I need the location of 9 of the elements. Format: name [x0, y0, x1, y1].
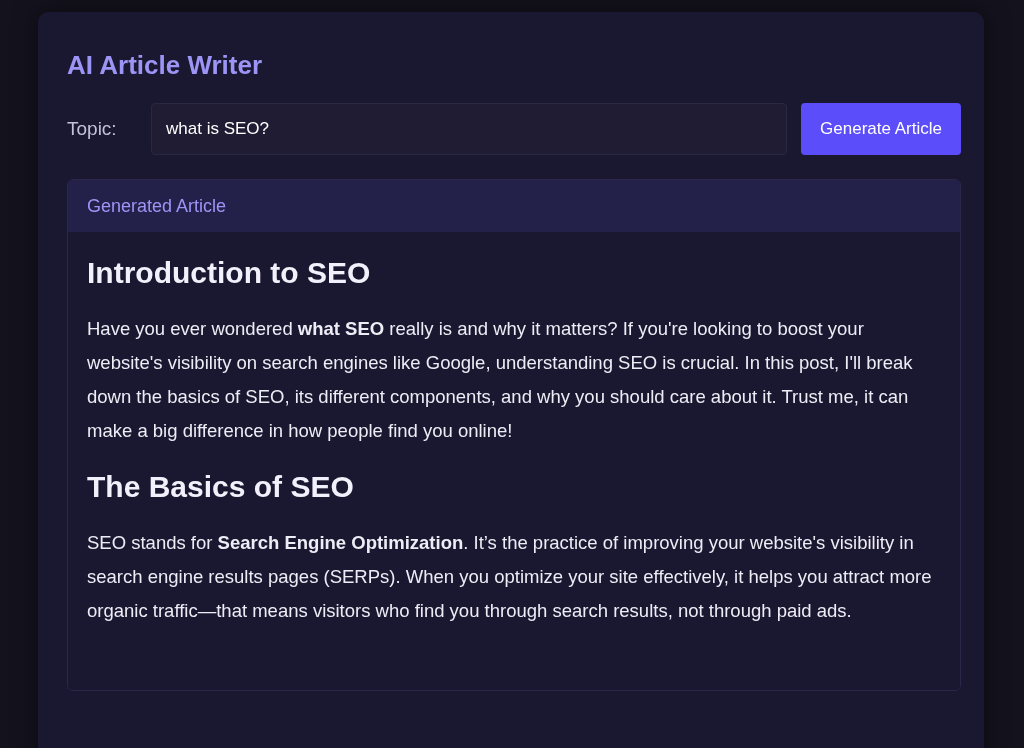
article-paragraph: Have you ever wondered what SEO really is and why it matters? If you're looking to boost your website's visibility on search engines like Google, understanding SEO is crucial. In this post, I'll break down the basics of SEO, its different components, and why you should care about it. Trust me, it can make a big difference in how people find you online! — [87, 317, 914, 443]
article-paragraph: SEO stands for Search Engine Optimization. It’s the practice of improving your website's visibility in search engine results pages (SERPs). When you optimize your site effectively, it helps you attract more organic traffic—that means visitors who find you through search results, not through paid ads. — [87, 531, 933, 623]
topic-label: Topic: — [67, 118, 118, 140]
generate-article-button[interactable]: Generate Article — [801, 103, 961, 155]
topic-field[interactable]: what is SEO? — [151, 103, 788, 155]
article-heading: Introduction to SEO — [87, 256, 372, 290]
app-title: AI Article Writer — [67, 50, 264, 81]
panel-title: Generated Article — [87, 196, 227, 216]
article-heading: The Basics of SEO — [87, 470, 355, 504]
